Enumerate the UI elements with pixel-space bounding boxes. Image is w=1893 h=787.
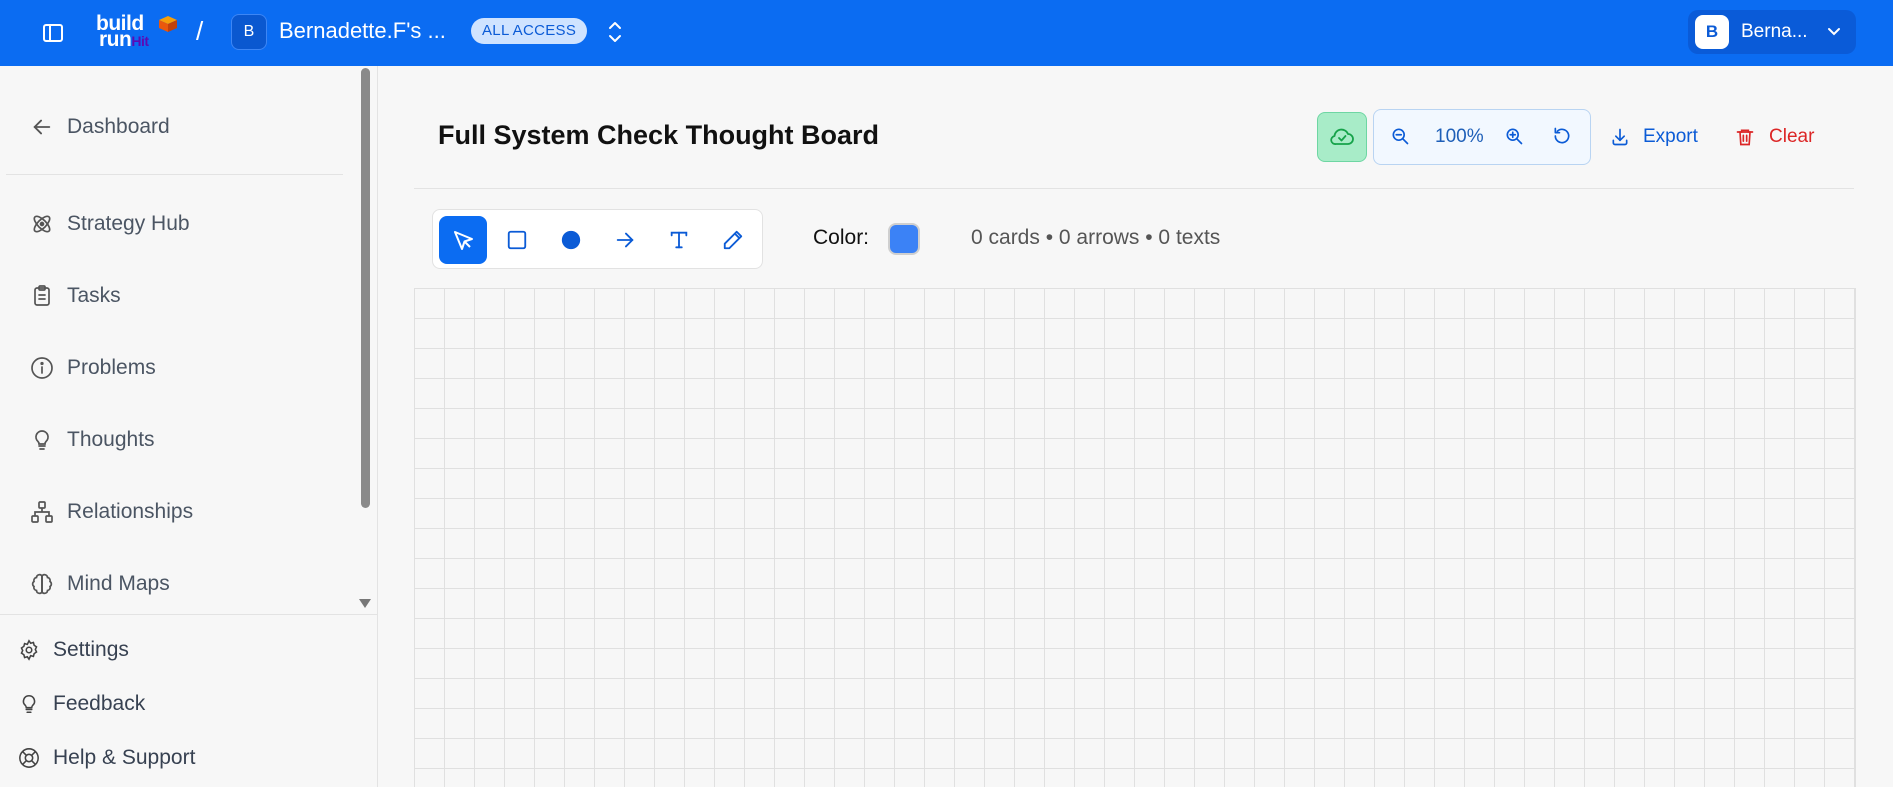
square-icon — [507, 230, 527, 250]
reset-zoom-icon[interactable] — [1552, 126, 1572, 151]
sidebar-divider — [6, 174, 343, 175]
chevron-down-icon — [1828, 28, 1840, 36]
thought-board-canvas[interactable] — [414, 288, 1856, 787]
sidebar: Dashboard Strategy Hub Tasks Problems Th… — [0, 66, 378, 787]
app-logo[interactable]: build runHit — [96, 13, 182, 52]
download-icon — [1612, 128, 1628, 146]
cursor-arrow-icon — [454, 231, 473, 250]
select-tool-button[interactable] — [439, 216, 487, 264]
clipboard-icon — [28, 282, 56, 310]
sidebar-feedback[interactable]: Feedback — [16, 688, 145, 720]
sidebar-settings[interactable]: Settings — [16, 634, 129, 666]
sidebar-item-thoughts[interactable]: Thoughts — [28, 423, 155, 457]
page-title: Full System Check Thought Board — [438, 120, 880, 150]
trash-icon — [1736, 129, 1754, 146]
sidebar-item-label: Problems — [67, 356, 156, 379]
zoom-in-icon[interactable] — [1504, 126, 1524, 151]
cloud-sync-icon[interactable] — [1317, 112, 1367, 162]
sidebar-item-label: Strategy Hub — [67, 212, 190, 235]
circle-icon — [561, 230, 581, 250]
pencil-icon — [723, 230, 743, 250]
workspace-avatar[interactable]: B — [231, 14, 267, 50]
sidebar-item-label: Tasks — [67, 284, 121, 307]
export-button[interactable]: Export — [1610, 122, 1698, 152]
gear-icon — [16, 637, 42, 663]
workspace-name[interactable]: Bernadette.F's ... — [279, 18, 446, 44]
sidebar-item-strategy-hub[interactable]: Strategy Hub — [28, 207, 190, 241]
lightbulb-icon — [16, 691, 42, 717]
sidebar-help-support[interactable]: Help & Support — [16, 742, 195, 774]
export-label: Export — [1643, 126, 1698, 147]
text-icon — [670, 231, 688, 249]
clear-label: Clear — [1769, 126, 1815, 147]
element-counts: 0 cards • 0 arrows • 0 texts — [971, 226, 1221, 249]
sidebar-item-relationships[interactable]: Relationships — [28, 495, 193, 529]
access-badge: ALL ACCESS — [471, 18, 588, 44]
arrow-tool-button[interactable] — [601, 216, 649, 264]
network-icon — [28, 498, 56, 526]
sidebar-item-label: Settings — [53, 638, 129, 661]
arrow-right-icon — [616, 232, 634, 248]
logo-cube-icon — [159, 16, 177, 32]
brain-icon — [28, 570, 56, 598]
sidebar-footer-divider — [0, 614, 378, 615]
user-avatar: B — [1695, 15, 1729, 49]
sidebar-item-label: Relationships — [67, 500, 194, 523]
text-tool-button[interactable] — [655, 216, 703, 264]
sidebar-item-mind-maps[interactable]: Mind Maps — [28, 567, 170, 601]
sidebar-back-dashboard[interactable]: Dashboard — [28, 110, 170, 144]
workspace-switcher-icon[interactable] — [604, 19, 626, 45]
header-divider — [414, 188, 1854, 189]
logo-text-run: runHit — [99, 28, 149, 51]
zoom-out-icon[interactable] — [1390, 126, 1410, 151]
lifebuoy-icon — [16, 745, 42, 771]
sidebar-scrollbar[interactable] — [361, 68, 370, 508]
info-icon — [28, 354, 56, 382]
pen-tool-button[interactable] — [709, 216, 757, 264]
clear-button[interactable]: Clear — [1735, 122, 1814, 152]
lightbulb-icon — [28, 426, 56, 454]
sidebar-item-label: Mind Maps — [67, 572, 170, 595]
sidebar-toggle-icon[interactable] — [38, 18, 68, 48]
drawing-toolbar — [432, 209, 763, 269]
circle-tool-button[interactable] — [547, 216, 595, 264]
rectangle-tool-button[interactable] — [493, 216, 541, 264]
breadcrumb-separator: / — [196, 16, 204, 46]
color-label: Color: — [813, 226, 870, 249]
sidebar-item-problems[interactable]: Problems — [28, 351, 156, 385]
scroll-down-arrow-icon[interactable] — [358, 596, 372, 614]
color-picker[interactable] — [888, 223, 920, 255]
sidebar-item-tasks[interactable]: Tasks — [28, 279, 121, 313]
zoom-controls: 100% — [1373, 109, 1591, 165]
atom-icon — [28, 210, 56, 238]
sidebar-item-label: Thoughts — [67, 428, 155, 451]
sidebar-item-label: Feedback — [53, 692, 146, 715]
user-name: Berna... — [1741, 21, 1808, 42]
zoom-level: 100% — [1435, 126, 1484, 147]
user-menu-button[interactable]: B Berna... — [1688, 10, 1856, 54]
arrow-left-icon — [28, 113, 56, 141]
sidebar-item-label: Dashboard — [67, 115, 170, 138]
top-bar: build runHit / B Bernadette.F's ... ALL … — [0, 0, 1893, 66]
sidebar-item-label: Help & Support — [53, 746, 196, 769]
